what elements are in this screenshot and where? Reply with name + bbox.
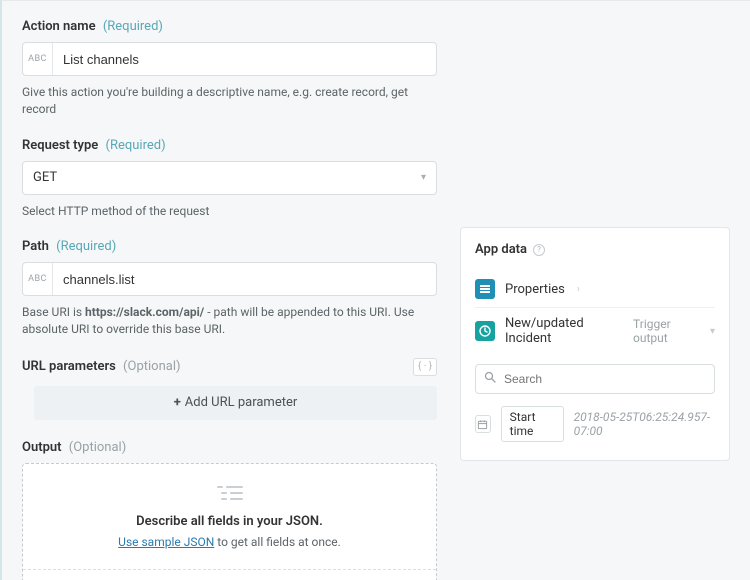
path-input[interactable] — [53, 272, 436, 287]
incident-label: New/updated Incident — [505, 316, 619, 346]
chevron-down-icon: ▾ — [421, 172, 426, 183]
action-name-label: Action name — [22, 19, 96, 34]
output-title: Describe all fields in your JSON. — [33, 514, 426, 529]
action-name-input-wrapper[interactable]: ABC — [22, 42, 437, 76]
request-type-select[interactable]: GET ▾ — [22, 161, 437, 195]
request-type-help: Select HTTP method of the request — [22, 203, 437, 220]
chevron-down-icon: ▾ — [710, 326, 715, 337]
request-type-label: Request type — [22, 138, 98, 153]
action-name-input[interactable] — [53, 52, 436, 67]
path-input-wrapper[interactable]: ABC — [22, 262, 437, 296]
required-tag: (Required) — [106, 138, 166, 153]
side-search[interactable] — [475, 364, 715, 394]
start-time-value: 2018-05-25T06:25:24.957-07:00 — [574, 410, 715, 438]
optional-tag: (Optional) — [69, 440, 126, 455]
required-tag: (Required) — [103, 19, 163, 34]
output-subtext: Use sample JSON to get all fields at onc… — [33, 535, 426, 549]
properties-row[interactable]: Properties › — [475, 271, 715, 308]
clock-icon — [475, 321, 495, 341]
add-url-parameter-button[interactable]: + Add URL parameter — [34, 386, 437, 420]
text-type-icon: ABC — [23, 263, 53, 295]
required-tag: (Required) — [56, 239, 116, 254]
calendar-icon — [475, 415, 491, 433]
action-name-field: Action name (Required) ABC Give this act… — [22, 19, 437, 118]
path-label: Path — [22, 239, 49, 254]
use-sample-json-link[interactable]: Use sample JSON — [118, 535, 214, 549]
start-time-pill[interactable]: Start time — [501, 406, 564, 442]
request-type-value: GET — [33, 170, 57, 185]
search-icon — [484, 371, 496, 387]
url-parameters-label: URL parameters — [22, 359, 116, 374]
properties-label: Properties — [505, 282, 565, 297]
request-type-field: Request type (Required) GET ▾ Select HTT… — [22, 138, 437, 220]
path-help: Base URI is https://slack.com/api/ - pat… — [22, 304, 437, 338]
url-parameters-field: URL parameters (Optional) { · } + Add UR… — [22, 358, 437, 420]
incident-sublabel: Trigger output — [633, 317, 700, 345]
url-parameters-toggle[interactable]: { · } — [413, 358, 437, 376]
help-icon[interactable]: ? — [533, 244, 545, 256]
json-schema-icon — [217, 486, 243, 504]
optional-tag: (Optional) — [123, 359, 180, 374]
plus-icon: + — [174, 395, 181, 410]
incident-row[interactable]: New/updated Incident Trigger output ▾ — [475, 308, 715, 354]
app-data-title: App data — [475, 242, 527, 257]
text-type-icon: ABC — [23, 43, 53, 75]
add-field-button[interactable]: + Add field — [23, 569, 436, 580]
start-time-row: Start time 2018-05-25T06:25:24.957-07:00 — [475, 406, 715, 442]
action-name-help: Give this action you're building a descr… — [22, 84, 437, 118]
chevron-right-icon: › — [577, 284, 580, 295]
add-url-parameter-label: Add URL parameter — [185, 395, 297, 410]
path-field: Path (Required) ABC Base URI is https://… — [22, 239, 437, 338]
properties-icon — [475, 279, 495, 299]
output-field: Output (Optional) Describe all fields in… — [22, 440, 437, 580]
side-search-input[interactable] — [502, 371, 706, 387]
output-label: Output — [22, 440, 62, 455]
app-data-panel: App data ? Properties › New/updated Inci… — [460, 227, 730, 461]
output-box: Describe all fields in your JSON. Use sa… — [22, 463, 437, 580]
